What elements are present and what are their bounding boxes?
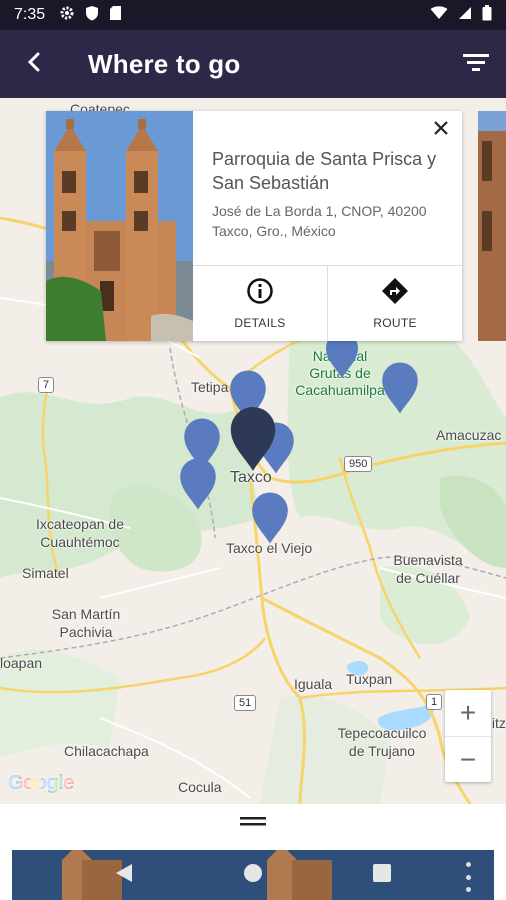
gear-icon xyxy=(59,5,75,26)
map-label-tepecoacuilco: Tepecoacuilco de Trujano xyxy=(337,725,427,759)
map-label-noapan: loapan xyxy=(0,655,43,671)
map-label-iguala: Iguala xyxy=(294,676,333,692)
nav-home-icon[interactable] xyxy=(242,862,264,889)
map-label-tuxpan: Tuxpan xyxy=(346,671,393,687)
back-button[interactable] xyxy=(0,30,68,98)
back-arrow-icon xyxy=(27,52,41,77)
sd-card-icon xyxy=(109,5,122,26)
zoom-out-button[interactable]: − xyxy=(445,736,491,782)
place-info-card[interactable]: Parroquia de Santa Prisca y San Sebastiá… xyxy=(46,111,462,341)
bottom-sheet-handle[interactable] xyxy=(0,804,506,842)
route-label: ROUTE xyxy=(373,316,417,330)
selected-map-pin[interactable] xyxy=(228,403,278,475)
route-shield: 1 xyxy=(426,694,443,710)
google-logo: Google xyxy=(8,772,74,795)
map-label-simatel: Simatel xyxy=(22,565,69,581)
map-label-chilacachapa: Chilacachapa xyxy=(64,743,149,759)
app-bar: Where to go xyxy=(0,30,506,98)
map-pin[interactable] xyxy=(178,456,218,512)
map-label-amacuzac: Amacuzac xyxy=(436,427,502,443)
filter-button[interactable] xyxy=(446,30,506,98)
system-nav-bar xyxy=(0,850,506,900)
wifi-icon xyxy=(430,5,448,25)
map-pin[interactable] xyxy=(380,360,420,416)
google-logo-text: Google xyxy=(8,772,74,794)
route-button[interactable]: ROUTE xyxy=(327,266,462,341)
map-label-tetipac: Tetipa xyxy=(191,379,229,395)
more-vert-icon[interactable] xyxy=(464,862,472,892)
details-label: DETAILS xyxy=(234,316,286,330)
close-icon xyxy=(433,120,449,141)
map-pin[interactable] xyxy=(250,490,290,546)
status-bar: 7:35 xyxy=(0,0,506,30)
zoom-controls: + − xyxy=(445,690,491,782)
place-address: José de La Borda 1, CNOP, 40200 Taxco, G… xyxy=(212,203,427,239)
route-shield: 7 xyxy=(38,377,55,393)
battery-icon xyxy=(482,4,492,26)
route-shield: 51 xyxy=(234,695,257,711)
nav-recents-icon[interactable] xyxy=(372,863,392,888)
info-icon xyxy=(246,277,274,308)
place-photo xyxy=(46,111,193,341)
place-name: Parroquia de Santa Prisca y San Sebastiá… xyxy=(212,149,437,193)
shield-icon xyxy=(85,5,99,26)
map-label-buenavista: Buenavista de Cuéllar xyxy=(393,552,463,586)
details-button[interactable]: DETAILS xyxy=(193,266,327,341)
drag-handle-icon xyxy=(240,814,266,832)
status-time: 7:35 xyxy=(14,6,46,23)
nav-back-icon[interactable] xyxy=(114,862,134,889)
signal-icon xyxy=(458,6,472,25)
route-shield: 950 xyxy=(344,456,373,472)
next-place-card-peek[interactable] xyxy=(478,111,506,341)
map-label-san-martin: San Martín Pachivia xyxy=(51,606,121,640)
page-title: Where to go xyxy=(88,48,241,79)
filter-icon xyxy=(463,52,489,77)
close-button[interactable] xyxy=(430,119,452,141)
directions-icon xyxy=(381,277,409,308)
map-label-cocula: Cocula xyxy=(178,779,222,795)
zoom-in-button[interactable]: + xyxy=(445,690,491,736)
map-label-ixcateopan: Ixcateopan de Cuauhtémoc xyxy=(36,516,124,550)
